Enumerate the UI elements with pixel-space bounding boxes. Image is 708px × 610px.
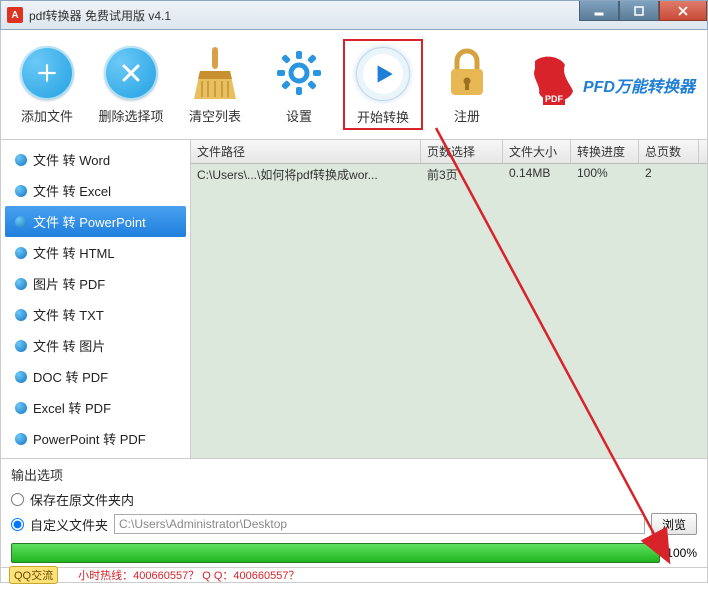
app-icon: A <box>7 7 23 23</box>
radio-original-input[interactable] <box>11 493 24 506</box>
play-icon <box>356 47 410 101</box>
main-content: 文件 转 Word 文件 转 Excel 文件 转 PowerPoint 文件 … <box>0 140 708 458</box>
th-path[interactable]: 文件路径 <box>191 140 421 163</box>
toolbar-label: 注册 <box>454 106 480 125</box>
titlebar: A pdf转换器 免费试用版 v4.1 <box>0 0 708 30</box>
bullet-icon <box>15 278 27 290</box>
sidebar-item-label: 文件 转 TXT <box>33 305 104 324</box>
sidebar: 文件 转 Word 文件 转 Excel 文件 转 PowerPoint 文件 … <box>1 140 191 458</box>
bullet-icon <box>15 309 27 321</box>
footer-strip: QQ交流 小时热线：400660557？ Q Q：400660557？ <box>0 567 708 583</box>
add-file-button[interactable]: 添加文件 <box>7 44 87 125</box>
sidebar-item-ppt2pdf[interactable]: PowerPoint 转 PDF <box>5 423 186 454</box>
window-buttons <box>579 1 707 21</box>
output-section-title: 输出选项 <box>11 465 697 484</box>
sidebar-item-img[interactable]: 文件 转 图片 <box>5 330 186 361</box>
td-progress: 100% <box>571 164 639 185</box>
hotline-text: 小时热线：400660557？ Q Q：400660557？ <box>78 567 299 583</box>
th-size[interactable]: 文件大小 <box>503 140 571 163</box>
bullet-icon <box>15 433 27 445</box>
settings-button[interactable]: 设置 <box>259 44 339 125</box>
bullet-icon <box>15 185 27 197</box>
brand-text: PFD万能转换器 <box>583 73 695 97</box>
toolbar-label: 添加文件 <box>21 106 73 125</box>
td-page: 前3页 <box>421 164 503 185</box>
toolbar-label: 设置 <box>286 106 312 125</box>
radio-custom-folder[interactable]: 自定义文件夹 浏览 <box>11 513 697 535</box>
toolbar-label: 清空列表 <box>189 106 241 125</box>
window-title: pdf转换器 免费试用版 v4.1 <box>29 7 171 24</box>
sidebar-item-doc2pdf[interactable]: DOC 转 PDF <box>5 361 186 392</box>
td-path: C:\Users\...\如何将pdf转换成wor... <box>191 164 421 185</box>
table-row[interactable]: C:\Users\...\如何将pdf转换成wor... 前3页 0.14MB … <box>191 164 707 185</box>
qq-badge[interactable]: QQ交流 <box>9 566 58 584</box>
file-table: 文件路径 页数选择 文件大小 转换进度 总页数 C:\Users\...\如何将… <box>191 140 707 458</box>
toolbar-label: 删除选择项 <box>98 106 163 125</box>
td-size: 0.14MB <box>503 164 571 185</box>
bullet-icon <box>15 371 27 383</box>
pdf-icon: PDF <box>529 55 577 115</box>
bullet-icon <box>15 340 27 352</box>
sidebar-item-label: 文件 转 Word <box>33 150 110 169</box>
toolbar: 添加文件 删除选择项 清空列表 设置 开始转换 注册 PDF PFD万能转换器 <box>0 30 708 140</box>
maximize-button[interactable] <box>619 1 659 21</box>
th-total[interactable]: 总页数 <box>639 140 699 163</box>
bullet-icon <box>15 154 27 166</box>
sidebar-item-label: Excel 转 PDF <box>33 398 111 417</box>
bullet-icon <box>15 247 27 259</box>
register-button[interactable]: 注册 <box>427 44 507 125</box>
radio-original-folder[interactable]: 保存在原文件夹内 <box>11 490 697 509</box>
brand-logo: PDF PFD万能转换器 <box>529 55 701 115</box>
sidebar-item-label: 文件 转 Excel <box>33 181 111 200</box>
plus-icon <box>20 46 74 100</box>
radio-original-label: 保存在原文件夹内 <box>30 490 134 509</box>
sidebar-item-img2pdf[interactable]: 图片 转 PDF <box>5 268 186 299</box>
sidebar-item-txt[interactable]: 文件 转 TXT <box>5 299 186 330</box>
sidebar-item-powerpoint[interactable]: 文件 转 PowerPoint <box>5 206 186 237</box>
bullet-icon <box>15 402 27 414</box>
sidebar-item-label: 文件 转 PowerPoint <box>33 212 146 231</box>
sidebar-item-label: 文件 转 HTML <box>33 243 115 262</box>
output-options: 输出选项 保存在原文件夹内 自定义文件夹 浏览 100% <box>0 458 708 567</box>
bullet-icon <box>15 216 27 228</box>
output-path-input[interactable] <box>114 514 645 534</box>
close-button[interactable] <box>659 1 707 21</box>
svg-text:PDF: PDF <box>545 94 564 104</box>
broom-icon <box>186 44 244 102</box>
progress-bar <box>11 543 660 563</box>
sidebar-item-label: DOC 转 PDF <box>33 367 108 386</box>
th-progress[interactable]: 转换进度 <box>571 140 639 163</box>
overall-progress: 100% <box>11 543 697 563</box>
sidebar-item-label: PowerPoint 转 PDF <box>33 429 146 448</box>
sidebar-item-label: 图片 转 PDF <box>33 274 105 293</box>
radio-custom-input[interactable] <box>11 518 24 531</box>
th-page[interactable]: 页数选择 <box>421 140 503 163</box>
sidebar-item-excel[interactable]: 文件 转 Excel <box>5 175 186 206</box>
sidebar-item-label: 文件 转 图片 <box>33 336 105 355</box>
clear-list-button[interactable]: 清空列表 <box>175 44 255 125</box>
progress-percent: 100% <box>666 546 697 560</box>
radio-custom-label: 自定义文件夹 <box>30 515 108 534</box>
minimize-button[interactable] <box>579 1 619 21</box>
remove-selected-button[interactable]: 删除选择项 <box>91 44 171 125</box>
sidebar-item-word[interactable]: 文件 转 Word <box>5 144 186 175</box>
sidebar-item-html[interactable]: 文件 转 HTML <box>5 237 186 268</box>
table-header-row: 文件路径 页数选择 文件大小 转换进度 总页数 <box>191 140 707 164</box>
sidebar-item-excel2pdf[interactable]: Excel 转 PDF <box>5 392 186 423</box>
gear-icon <box>270 44 328 102</box>
x-icon <box>104 46 158 100</box>
td-total: 2 <box>639 164 699 185</box>
start-convert-button[interactable]: 开始转换 <box>343 39 423 130</box>
toolbar-label: 开始转换 <box>357 107 409 126</box>
browse-button[interactable]: 浏览 <box>651 513 697 535</box>
lock-icon <box>438 44 496 102</box>
